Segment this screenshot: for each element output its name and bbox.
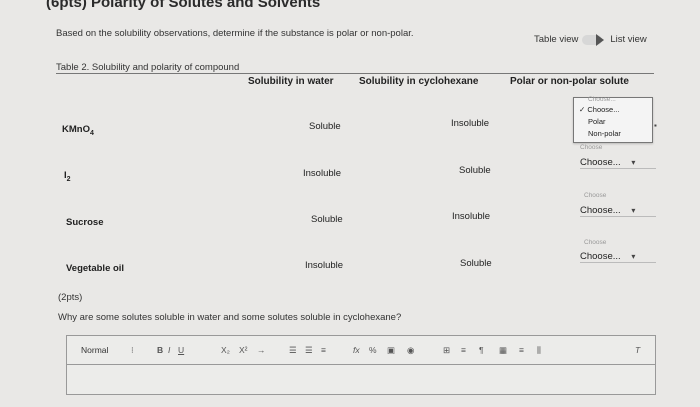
compound-name: KMnO — [62, 124, 90, 135]
table-insert-icon[interactable]: ▦ — [499, 345, 507, 356]
table-view-label[interactable]: Table view — [534, 34, 578, 45]
compound-subscript: 2 — [66, 175, 71, 183]
text-direction-icon[interactable]: ¶ — [479, 345, 484, 355]
choose-mini-label: Choose — [584, 192, 607, 199]
polarity-select-i2[interactable]: Choose... ▾ — [580, 157, 656, 169]
align-right-icon[interactable]: ≡ — [519, 345, 524, 355]
cell-cyclohexane-vegetable-oil: Soluble — [460, 258, 492, 269]
chevron-down-icon[interactable]: ▾ — [631, 252, 635, 261]
polarity-select-sucrose[interactable]: Choose... ▾ — [580, 205, 656, 217]
polarity-dropdown-menu[interactable]: Choose... ✓ Choose... Polar Non-polar — [573, 96, 653, 143]
media-icon[interactable]: ◉ — [407, 345, 414, 356]
select-underline — [580, 168, 656, 169]
select-value[interactable]: Choose... — [580, 251, 621, 262]
compound-kmno4: KMnO4 — [62, 124, 94, 137]
editor-toolbar: Normal ⁝ B I U X₂ X² → ☰ ☰ ≡ fx % ▣ ◉ ⊞ … — [67, 336, 655, 365]
dropdown-option-choose[interactable]: ✓ Choose... — [579, 105, 619, 114]
header-polarity: Polar or non-polar solute — [510, 76, 629, 87]
toggle-switch-icon[interactable] — [582, 33, 605, 46]
columns-icon[interactable]: ⫼ — [537, 345, 541, 356]
cell-water-vegetable-oil: Insoluble — [305, 260, 344, 271]
cell-cyclohexane-i2: Soluble — [459, 165, 491, 176]
chevron-down-icon[interactable]: ▾ — [631, 158, 635, 167]
compound-i2: I2 — [64, 170, 71, 183]
chevron-down-icon[interactable]: ▪ — [654, 121, 657, 130]
table-caption: Table 2. Solubility and polarity of comp… — [56, 62, 240, 73]
cell-water-i2: Insoluble — [303, 168, 342, 179]
cell-water-sucrose: Soluble — [311, 214, 343, 225]
cell-water-kmno4: Soluble — [309, 121, 341, 132]
section-title: (6pts) Polarity of Solutes and Solvents — [46, 0, 321, 11]
underline-icon[interactable]: U — [178, 345, 184, 355]
dropdown-option-polar[interactable]: Polar — [588, 117, 606, 126]
view-toggle[interactable]: Table view List view — [534, 33, 647, 46]
header-cyclohexane: Solubility in cyclohexane — [359, 76, 479, 87]
select-value[interactable]: Choose... — [580, 157, 621, 168]
compound-sucrose: Sucrose — [66, 217, 104, 228]
subscript-icon[interactable]: X₂ — [221, 345, 230, 355]
align-left-icon[interactable]: ≡ — [461, 345, 466, 355]
header-water: Solubility in water — [248, 76, 334, 87]
compound-vegetable-oil: Vegetable oil — [66, 263, 125, 274]
clear-format-icon[interactable]: T — [635, 345, 640, 355]
list-view-label[interactable]: List view — [610, 34, 646, 45]
format-select[interactable]: Normal — [81, 345, 108, 355]
arrow-right-icon[interactable]: → — [257, 345, 266, 355]
format-chevron-icon[interactable]: ⁝ — [131, 345, 134, 356]
select-underline — [580, 262, 656, 263]
table-top-rule — [56, 73, 654, 74]
list-bullet-icon[interactable]: ☰ — [305, 345, 313, 356]
italic-icon[interactable]: I — [168, 345, 170, 355]
question-text: Why are some solutes soluble in water an… — [58, 312, 402, 323]
question-points: (2pts) — [58, 292, 83, 303]
select-value[interactable]: Choose... — [580, 205, 621, 216]
polarity-select-vegetable-oil[interactable]: Choose... ▾ — [580, 251, 656, 263]
table-icon[interactable]: ⊞ — [443, 345, 450, 356]
choose-mini-label: Choose — [584, 239, 607, 246]
select-underline — [580, 216, 656, 217]
instruction-text: Based on the solubility observations, de… — [56, 28, 414, 39]
list-ordered-icon[interactable]: ☰ — [289, 345, 297, 356]
chevron-down-icon[interactable]: ▾ — [631, 206, 635, 215]
formula-icon[interactable]: fx — [353, 345, 360, 355]
cell-cyclohexane-sucrose: Insoluble — [452, 211, 491, 222]
cell-cyclohexane-kmno4: Insoluble — [451, 118, 490, 129]
align-icon[interactable]: ≡ — [321, 345, 326, 355]
dropdown-option-non-polar[interactable]: Non-polar — [588, 129, 621, 138]
compound-subscript: 4 — [89, 129, 94, 137]
rich-text-editor[interactable]: Normal ⁝ B I U X₂ X² → ☰ ☰ ≡ fx % ▣ ◉ ⊞ … — [66, 335, 656, 395]
link-icon[interactable]: % — [369, 345, 377, 355]
dropdown-header: Choose... — [588, 96, 616, 103]
image-icon[interactable]: ▣ — [387, 345, 395, 356]
superscript-icon[interactable]: X² — [239, 345, 248, 355]
bold-icon[interactable]: B — [157, 345, 163, 355]
choose-mini-label: Choose — [580, 144, 603, 151]
